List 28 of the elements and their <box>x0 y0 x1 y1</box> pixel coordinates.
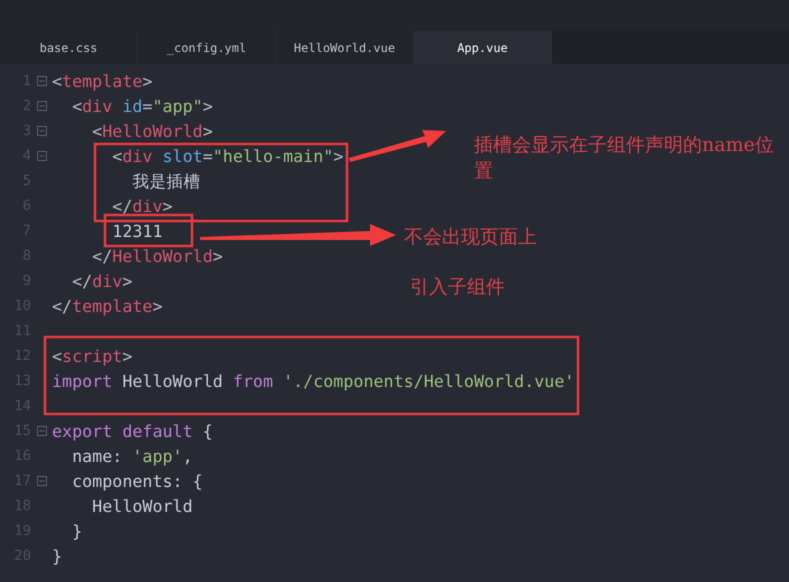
code-line: 12311 <box>111 220 163 242</box>
fold-icon[interactable] <box>36 76 46 86</box>
file-tab[interactable]: App.vue <box>414 31 552 64</box>
code-line: </div> <box>111 194 173 216</box>
code-line: <HelloWorld> <box>91 120 213 142</box>
annotation-text: 不会出现页面上 <box>404 225 538 250</box>
annotation-text: 插槽会显示在子组件声明的name位置 <box>474 133 775 184</box>
code-line: </div> <box>71 270 132 292</box>
code-line: <template> <box>52 70 152 92</box>
annotation-text: 引入子组件 <box>410 275 506 300</box>
code-line: components: { <box>71 470 203 492</box>
code-line: export default { <box>52 420 213 442</box>
code-line: } <box>52 544 62 566</box>
code-line: <script> <box>52 344 132 366</box>
fold-icon[interactable] <box>36 150 46 160</box>
code-line: import HelloWorld from './components/HelloWorld.vue' <box>52 370 574 392</box>
fold-icon[interactable] <box>36 426 46 436</box>
code-line: </template> <box>52 294 163 316</box>
code-line: } <box>71 520 82 542</box>
fold-icon[interactable] <box>36 100 46 110</box>
code-line: 我是插槽 <box>131 170 200 192</box>
code-line: </HelloWorld> <box>91 244 223 266</box>
code-line: <div id="app"> <box>71 94 213 116</box>
code-line: HelloWorld <box>91 494 193 516</box>
fold-icon[interactable] <box>36 126 46 136</box>
fold-icon[interactable] <box>36 476 46 486</box>
code-line: <div slot="hello-main"> <box>111 144 344 166</box>
code-line: name: 'app', <box>71 444 193 466</box>
